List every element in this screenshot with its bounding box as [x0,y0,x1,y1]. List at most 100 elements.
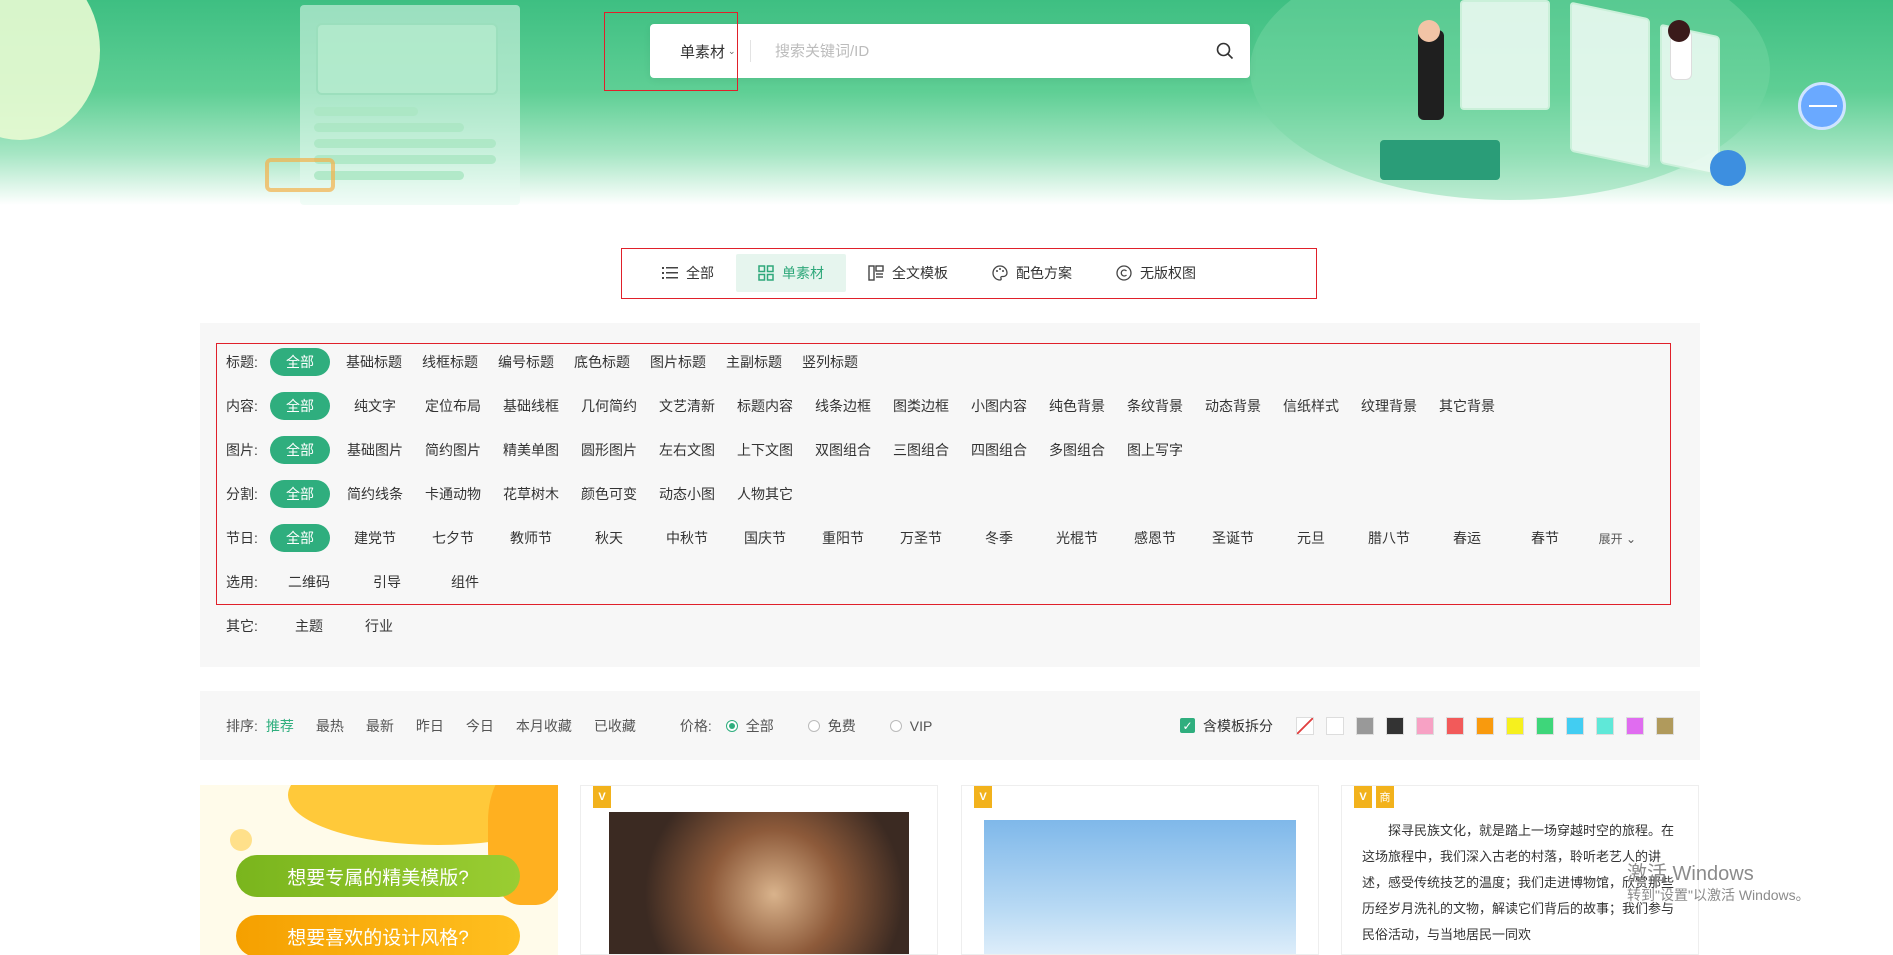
filter-option[interactable]: 全部 [270,348,330,376]
filter-option[interactable]: 中秋节 [648,524,726,552]
sort-option[interactable]: 已收藏 [594,716,636,736]
color-swatch-none[interactable] [1296,717,1314,735]
filter-option[interactable]: 行业 [348,612,410,640]
filter-option[interactable]: 卡通动物 [414,480,492,508]
filter-option[interactable]: 春运 [1428,524,1506,552]
promo-button[interactable]: 想要专属的精美模版? [236,855,520,897]
filter-option[interactable]: 图片标题 [640,348,716,376]
filter-option[interactable]: 动态背景 [1194,392,1272,420]
price-radio-free[interactable]: 免费 [807,716,856,736]
filter-option[interactable]: 线框标题 [412,348,488,376]
filter-option[interactable]: 引导 [348,568,426,596]
sort-option[interactable]: 本月收藏 [516,716,572,736]
sort-option[interactable]: 推荐 [266,716,294,736]
filter-option[interactable]: 光棍节 [1038,524,1116,552]
color-swatch[interactable] [1536,717,1554,735]
search-type-dropdown[interactable]: 单素材 ⌄ [650,41,750,62]
search-input[interactable] [773,41,1200,61]
filter-option[interactable]: 底色标题 [564,348,640,376]
filter-option[interactable]: 线条边框 [804,392,882,420]
filter-option[interactable]: 三图组合 [882,436,960,464]
filter-option[interactable]: 主题 [270,612,348,640]
color-swatch[interactable] [1566,717,1584,735]
color-swatch[interactable] [1476,717,1494,735]
filter-option[interactable]: 纯色背景 [1038,392,1116,420]
color-swatch[interactable] [1356,717,1374,735]
color-swatch[interactable] [1626,717,1644,735]
filter-option[interactable]: 全部 [270,436,330,464]
color-swatch[interactable] [1506,717,1524,735]
tab-full-template[interactable]: 全文模板 [846,254,970,292]
filter-option[interactable]: 基础线框 [492,392,570,420]
filter-option[interactable]: 国庆节 [726,524,804,552]
filter-option[interactable]: 组件 [426,568,504,596]
tab-single-material[interactable]: 单素材 [736,254,846,292]
filter-option[interactable]: 标题内容 [726,392,804,420]
search-button[interactable] [1200,24,1250,78]
color-swatch[interactable] [1326,717,1344,735]
filter-option[interactable]: 信纸样式 [1272,392,1350,420]
filter-option[interactable]: 感恩节 [1116,524,1194,552]
color-swatch[interactable] [1446,717,1464,735]
template-card[interactable]: V [961,785,1319,955]
filter-option[interactable]: 图类边框 [882,392,960,420]
filter-option[interactable]: 动态小图 [648,480,726,508]
filter-option[interactable]: 二维码 [270,568,348,596]
filter-option[interactable]: 全部 [270,480,330,508]
tab-color-scheme[interactable]: 配色方案 [970,254,1094,292]
filter-option[interactable]: 全部 [270,524,330,552]
price-radio-vip[interactable]: VIP [889,718,932,734]
filter-option[interactable]: 冬季 [960,524,1038,552]
color-swatch[interactable] [1386,717,1404,735]
filter-option[interactable]: 竖列标题 [792,348,868,376]
compass-icon[interactable] [1798,82,1846,130]
filter-option[interactable]: 秋天 [570,524,648,552]
filter-option[interactable]: 基础图片 [336,436,414,464]
template-card[interactable]: V [580,785,938,955]
filter-option[interactable]: 条纹背景 [1116,392,1194,420]
promo-button[interactable]: 想要喜欢的设计风格? [236,915,520,955]
filter-option[interactable]: 建党节 [336,524,414,552]
filter-option[interactable]: 纹理背景 [1350,392,1428,420]
template-card[interactable]: 想要专属的精美模版? 想要喜欢的设计风格? [200,785,558,955]
filter-option[interactable]: 纯文字 [336,392,414,420]
filter-option[interactable]: 教师节 [492,524,570,552]
filter-option[interactable]: 上下文图 [726,436,804,464]
filter-option[interactable]: 全部 [270,392,330,420]
tab-all[interactable]: 全部 [640,254,736,292]
tab-copyright-free[interactable]: 无版权图 [1094,254,1218,292]
filter-option[interactable]: 春节 [1506,524,1584,552]
color-swatch[interactable] [1656,717,1674,735]
price-radio-all[interactable]: 全部 [725,716,774,736]
filter-option[interactable]: 人物其它 [726,480,804,508]
filter-option[interactable]: 主副标题 [716,348,792,376]
filter-option[interactable]: 重阳节 [804,524,882,552]
filter-option[interactable]: 文艺清新 [648,392,726,420]
filter-option[interactable]: 七夕节 [414,524,492,552]
filter-option[interactable]: 左右文图 [648,436,726,464]
sort-option[interactable]: 最新 [366,716,394,736]
expand-button[interactable]: 展开 ⌄ [1599,530,1636,547]
filter-option[interactable]: 颜色可变 [570,480,648,508]
filter-option[interactable]: 腊八节 [1350,524,1428,552]
filter-option[interactable]: 圆形图片 [570,436,648,464]
sort-option[interactable]: 最热 [316,716,344,736]
color-swatch[interactable] [1596,717,1614,735]
color-swatch[interactable] [1416,717,1434,735]
filter-option[interactable]: 花草树木 [492,480,570,508]
filter-option[interactable]: 元旦 [1272,524,1350,552]
sort-option[interactable]: 今日 [466,716,494,736]
filter-option[interactable]: 双图组合 [804,436,882,464]
filter-option[interactable]: 简约图片 [414,436,492,464]
filter-option[interactable]: 精美单图 [492,436,570,464]
filter-option[interactable]: 万圣节 [882,524,960,552]
filter-option[interactable]: 几何简约 [570,392,648,420]
filter-option[interactable]: 基础标题 [336,348,412,376]
sort-option[interactable]: 昨日 [416,716,444,736]
filter-option[interactable]: 图上写字 [1116,436,1194,464]
filter-option[interactable]: 四图组合 [960,436,1038,464]
filter-option[interactable]: 圣诞节 [1194,524,1272,552]
filter-option[interactable]: 定位布局 [414,392,492,420]
filter-option[interactable]: 多图组合 [1038,436,1116,464]
filter-option[interactable]: 编号标题 [488,348,564,376]
